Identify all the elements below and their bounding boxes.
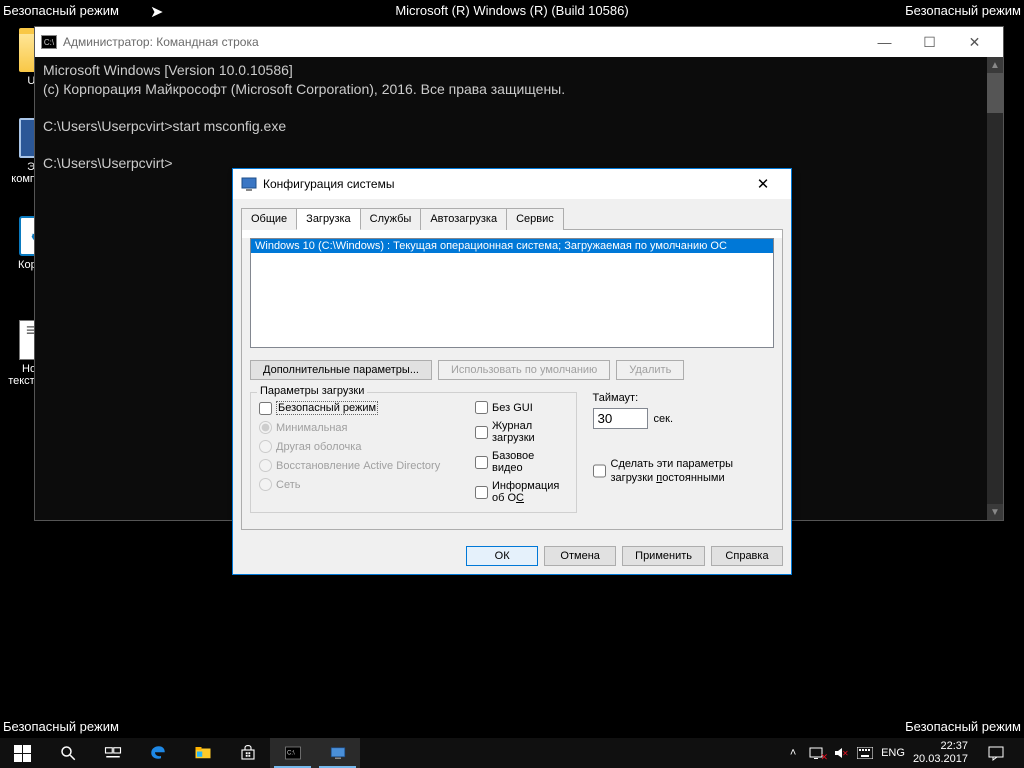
- search-button[interactable]: [45, 738, 90, 768]
- boot-options-label: Параметры загрузки: [257, 385, 367, 397]
- timeout-unit: сек.: [654, 413, 674, 425]
- msconfig-taskbar-icon: [329, 744, 347, 762]
- delete-button: Удалить: [616, 360, 684, 380]
- scroll-thumb[interactable]: [987, 73, 1003, 113]
- tray-network-icon[interactable]: [809, 745, 825, 761]
- dialog-title-text: Конфигурация системы: [263, 177, 743, 191]
- tray-volume-icon[interactable]: ✕: [833, 745, 849, 761]
- tab-startup[interactable]: Автозагрузка: [420, 208, 507, 230]
- tab-general[interactable]: Общие: [241, 208, 297, 230]
- safemode-label-tl: Безопасный режим: [3, 3, 119, 18]
- osinfo-checkbox[interactable]: Информация об ОС: [475, 480, 568, 504]
- timeout-input[interactable]: [593, 408, 648, 429]
- search-icon: [59, 744, 77, 762]
- set-default-button: Использовать по умолчанию: [438, 360, 610, 380]
- task-view-button[interactable]: [90, 738, 135, 768]
- tray-chevron-up-icon[interactable]: ˄: [785, 745, 801, 761]
- os-listbox[interactable]: Windows 10 (C:\Windows) : Текущая операц…: [250, 238, 774, 348]
- apply-button[interactable]: Применить: [622, 546, 705, 566]
- explorer-icon: [194, 744, 212, 762]
- cancel-button[interactable]: Отмена: [544, 546, 616, 566]
- dialog-titlebar[interactable]: Конфигурация системы ✕: [233, 169, 791, 199]
- mouse-cursor-icon: ➤: [150, 2, 163, 22]
- radio-altshell: Другая оболочка: [259, 440, 459, 453]
- cmd-output[interactable]: Microsoft Windows [Version 10.0.10586] (…: [35, 57, 1003, 177]
- bootlog-checkbox[interactable]: Журнал загрузки: [475, 420, 568, 444]
- cmd-icon: C:\: [41, 35, 57, 49]
- build-label: Microsoft (R) Windows (R) (Build 10586): [395, 3, 628, 18]
- safemode-label-tr: Безопасный режим: [905, 3, 1021, 18]
- tab-boot[interactable]: Загрузка: [296, 208, 360, 230]
- basevideo-checkbox[interactable]: Базовое видео: [475, 450, 568, 474]
- cmd-icon: C:\: [284, 744, 302, 762]
- msconfig-icon: [241, 176, 257, 192]
- radio-minimal: Минимальная: [259, 421, 459, 434]
- windows-logo-icon: [14, 745, 31, 762]
- make-permanent-checkbox[interactable]: Сделать эти параметрызагрузки постоянным…: [593, 457, 774, 485]
- timeout-label: Таймаут:: [593, 392, 774, 404]
- tab-services[interactable]: Службы: [360, 208, 422, 230]
- cmd-titlebar[interactable]: C:\ Администратор: Командная строка — ☐ …: [35, 27, 1003, 57]
- tab-strip: Общие Загрузка Службы Автозагрузка Серви…: [233, 199, 791, 229]
- system-tray: ˄ ✕ ENG 22:37 20.03.2017: [777, 738, 1024, 768]
- safemode-label-bl: Безопасный режим: [3, 719, 119, 734]
- taskbar-cmd[interactable]: C:\: [270, 738, 315, 768]
- radio-ad-repair: Восстановление Active Directory: [259, 459, 459, 472]
- tray-language[interactable]: ENG: [881, 747, 905, 759]
- help-button[interactable]: Справка: [711, 546, 783, 566]
- taskbar-explorer[interactable]: [180, 738, 225, 768]
- safemode-label-br: Безопасный режим: [905, 719, 1021, 734]
- close-button[interactable]: ✕: [952, 28, 997, 57]
- tray-notifications-icon[interactable]: [976, 738, 1016, 768]
- taskbar-store[interactable]: [225, 738, 270, 768]
- start-button[interactable]: [0, 738, 45, 768]
- msconfig-dialog: Конфигурация системы ✕ Общие Загрузка Сл…: [232, 168, 792, 575]
- maximize-button[interactable]: ☐: [907, 28, 952, 57]
- tray-clock[interactable]: 22:37 20.03.2017: [913, 740, 968, 766]
- os-entry[interactable]: Windows 10 (C:\Windows) : Текущая операц…: [251, 239, 773, 253]
- svg-text:C:\: C:\: [287, 751, 295, 757]
- ok-button[interactable]: ОК: [466, 546, 538, 566]
- nogui-checkbox[interactable]: Без GUI: [475, 401, 568, 414]
- store-icon: [239, 744, 257, 762]
- tab-tools[interactable]: Сервис: [506, 208, 564, 230]
- safe-boot-checkbox[interactable]: Безопасный режим: [259, 401, 459, 415]
- boot-options-group: Параметры загрузки Безопасный режим Мини…: [250, 392, 577, 513]
- taskbar: C:\ ˄ ✕ ENG 22:37 20.03.2017: [0, 738, 1024, 768]
- scroll-down-icon[interactable]: ▼: [987, 504, 1003, 520]
- tray-keyboard-icon[interactable]: [857, 745, 873, 761]
- dialog-close-button[interactable]: ✕: [743, 170, 783, 198]
- svg-text:✕: ✕: [842, 749, 849, 758]
- cmd-scrollbar[interactable]: ▲ ▼: [987, 57, 1003, 520]
- taskbar-msconfig[interactable]: [315, 738, 360, 768]
- edge-icon: [149, 744, 167, 762]
- taskbar-edge[interactable]: [135, 738, 180, 768]
- advanced-options-button[interactable]: Дополнительные параметры...: [250, 360, 432, 380]
- cmd-title-text: Администратор: Командная строка: [63, 35, 862, 49]
- scroll-up-icon[interactable]: ▲: [987, 57, 1003, 73]
- minimize-button[interactable]: —: [862, 28, 907, 57]
- task-view-icon: [104, 744, 122, 762]
- radio-network: Сеть: [259, 478, 459, 491]
